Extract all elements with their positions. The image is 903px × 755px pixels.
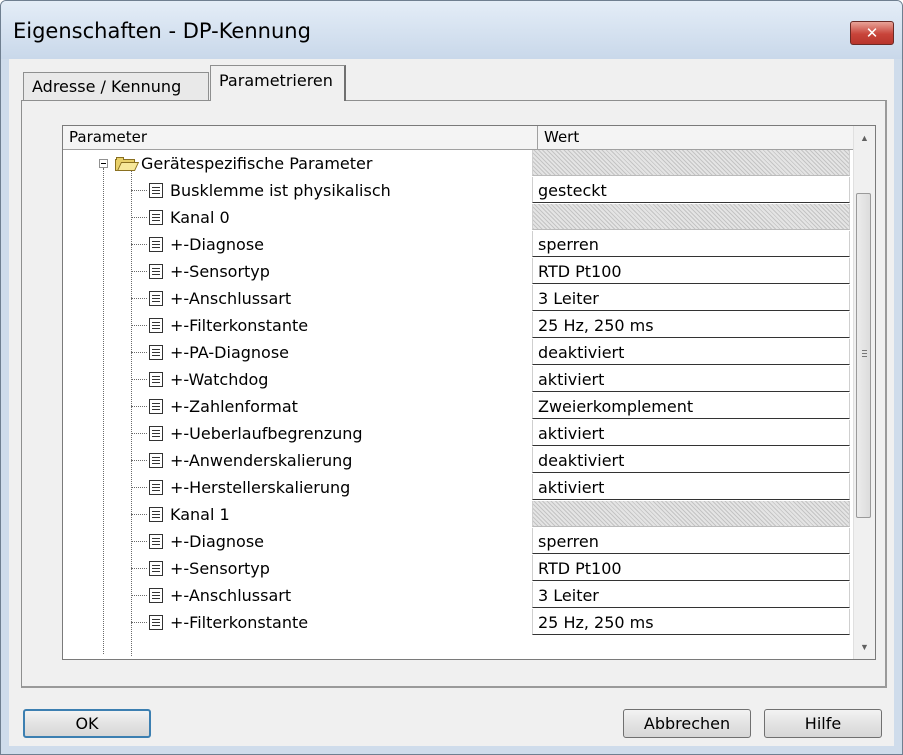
grid-header: Parameter Wert [63,126,853,150]
parameter-doc-icon [149,453,163,468]
tab-adresse-kennung[interactable]: Adresse / Kennung [23,72,209,100]
parameter-doc-icon [149,507,163,522]
parameter-label: +-Anschlussart [170,289,292,308]
parameter-label: +-Ueberlaufbegrenzung [170,424,363,443]
column-header-parameter[interactable]: Parameter [63,126,538,149]
grip-icon [862,350,867,351]
parameter-row[interactable]: Busklemme ist physikalisch gesteckt [63,177,853,204]
parameter-value[interactable]: RTD Pt100 [532,555,850,581]
parameter-label: Gerätespezifische Parameter [141,154,373,173]
cancel-button[interactable]: Abbrechen [623,709,751,738]
parameter-label: Kanal 1 [170,505,230,524]
parameter-row[interactable]: +-Sensortyp RTD Pt100 [63,555,853,582]
parameter-value[interactable]: Zweierkomplement [532,393,850,419]
parameter-label: Kanal 0 [170,208,230,227]
parameter-doc-icon [149,318,163,333]
close-button[interactable]: ✕ [850,21,894,45]
vertical-scrollbar[interactable]: ▲ ▼ [853,126,875,659]
parameter-row[interactable]: +-Herstellerskalierung aktiviert [63,474,853,501]
parameter-doc-icon [149,426,163,441]
column-header-wert[interactable]: Wert [538,126,853,149]
parameter-row[interactable]: +-PA-Diagnose deaktiviert [63,339,853,366]
parameter-row[interactable]: +-Anwenderskalierung deaktiviert [63,447,853,474]
parameter-value[interactable]: gesteckt [532,177,850,203]
parameter-doc-icon [149,372,163,387]
parameter-label: +-Watchdog [170,370,269,389]
tab-panel-parametrieren: Parameter Wert Gerätespezifische Paramet… [21,100,887,688]
parameter-row[interactable]: +-Anschlussart 3 Leiter [63,285,853,312]
parameter-value[interactable]: 3 Leiter [532,582,850,608]
parameter-value-disabled [532,204,850,230]
parameter-row[interactable]: Kanal 1 [63,501,853,528]
parameter-value[interactable]: deaktiviert [532,339,850,365]
parameter-row[interactable]: +-Zahlenformat Zweierkomplement [63,393,853,420]
parameter-row[interactable]: +-Diagnose sperren [63,231,853,258]
parameter-value[interactable]: 25 Hz, 250 ms [532,609,850,635]
parameter-row[interactable]: Gerätespezifische Parameter [63,150,853,177]
scroll-down-arrow-icon[interactable]: ▼ [854,637,875,657]
parameter-label: +-Filterkonstante [170,316,309,335]
help-button[interactable]: Hilfe [764,709,882,738]
parameter-label: +-Anschlussart [170,586,292,605]
folder-icon [115,157,140,171]
parameter-doc-icon [149,615,163,630]
parameter-label: +-Diagnose [170,235,265,254]
parameter-label: Busklemme ist physikalisch [170,181,391,200]
parameter-value[interactable]: aktiviert [532,474,850,500]
scrollbar-thumb[interactable] [856,193,871,518]
parameter-label: +-Filterkonstante [170,613,309,632]
parameter-label: +-Anwenderskalierung [170,451,353,470]
parameter-value[interactable]: 3 Leiter [532,285,850,311]
parameter-label: +-Sensortyp [170,262,270,281]
parameter-value[interactable]: aktiviert [532,420,850,446]
collapse-icon[interactable] [99,159,108,168]
parameter-value[interactable]: 25 Hz, 250 ms [532,312,850,338]
title-bar[interactable]: Eigenschaften - DP-Kennung ✕ [1,1,902,59]
parameter-doc-icon [149,399,163,414]
parameter-doc-icon [149,291,163,306]
parameter-value[interactable]: sperren [532,528,850,554]
parameter-doc-icon [149,480,163,495]
parameter-label: +-Herstellerskalierung [170,478,351,497]
parameter-label: +-PA-Diagnose [170,343,290,362]
parameter-row[interactable]: +-Filterkonstante 25 Hz, 250 ms [63,609,853,636]
parameter-row[interactable]: Kanal 0 [63,204,853,231]
parameter-row[interactable]: +-Filterkonstante 25 Hz, 250 ms [63,312,853,339]
parameter-doc-icon [149,183,163,198]
tab-parametrieren[interactable]: Parametrieren [210,65,346,101]
parameter-value-disabled [532,501,850,527]
parameter-doc-icon [149,210,163,225]
parameter-grid: Parameter Wert Gerätespezifische Paramet… [62,125,876,660]
parameter-row[interactable]: +-Watchdog aktiviert [63,366,853,393]
window-title: Eigenschaften - DP-Kennung [13,19,311,43]
parameter-label: +-Sensortyp [170,559,270,578]
parameter-row[interactable]: +-Diagnose sperren [63,528,853,555]
parameter-doc-icon [149,561,163,576]
scroll-up-arrow-icon[interactable]: ▲ [854,128,875,148]
parameter-label: +-Zahlenformat [170,397,298,416]
parameter-value[interactable]: deaktiviert [532,447,850,473]
parameter-value[interactable]: aktiviert [532,366,850,392]
parameter-doc-icon [149,264,163,279]
parameter-value-disabled [532,150,850,176]
parameter-value[interactable]: sperren [532,231,850,257]
dialog-client-area: Adresse / Kennung Parametrieren Paramete… [9,59,894,746]
parameter-doc-icon [149,588,163,603]
parameter-row[interactable]: +-Anschlussart 3 Leiter [63,582,853,609]
parameter-row[interactable]: +-Ueberlaufbegrenzung aktiviert [63,420,853,447]
parameter-value[interactable]: RTD Pt100 [532,258,850,284]
parameter-doc-icon [149,237,163,252]
dialog-window: Eigenschaften - DP-Kennung ✕ Adresse / K… [0,0,903,755]
parameter-row[interactable]: +-Sensortyp RTD Pt100 [63,258,853,285]
parameter-doc-icon [149,345,163,360]
close-icon: ✕ [865,24,879,42]
ok-button[interactable]: OK [23,709,151,738]
parameter-doc-icon [149,534,163,549]
parameter-label: +-Diagnose [170,532,265,551]
